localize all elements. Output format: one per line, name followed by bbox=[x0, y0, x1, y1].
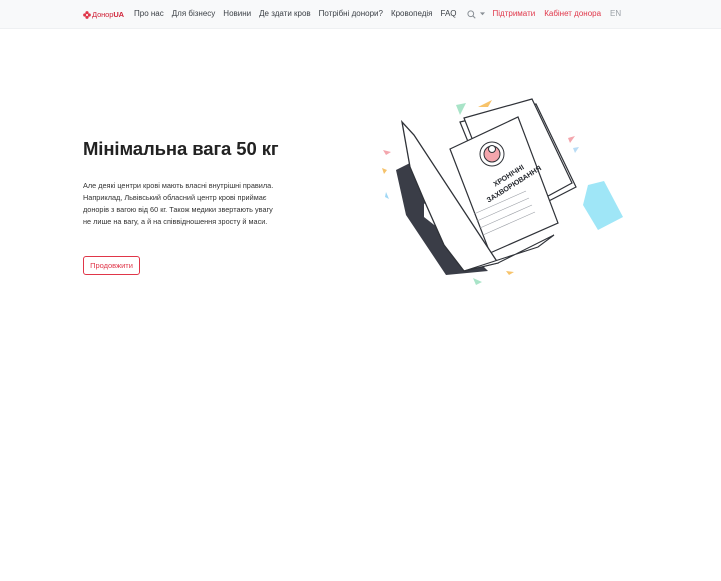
nav-where-to-donate[interactable]: Де здати кров bbox=[259, 9, 311, 19]
continue-button[interactable]: Продовжити bbox=[83, 256, 140, 275]
confetti-piece bbox=[568, 136, 575, 143]
nav-about[interactable]: Про нас bbox=[134, 9, 164, 19]
search-icon bbox=[466, 9, 476, 19]
confetti-piece bbox=[573, 147, 579, 153]
logo-mark-icon bbox=[83, 10, 91, 19]
page-title: Мінімальна вага 50 кг bbox=[83, 138, 279, 159]
confetti-piece bbox=[385, 192, 389, 199]
main-nav: Про нас Для бізнесу Новини Де здати кров… bbox=[134, 9, 621, 19]
info-text: Але деякі центри крові мають власні внут… bbox=[83, 181, 274, 226]
nav-news[interactable]: Новини bbox=[223, 9, 251, 19]
confetti-piece bbox=[473, 278, 482, 285]
top-navbar: ДонорUA Про нас Для бізнесу Новини Де зд… bbox=[0, 0, 721, 29]
confetti-piece bbox=[456, 103, 466, 115]
nav-business[interactable]: Для бізнесу bbox=[172, 9, 216, 19]
chevron-down-icon bbox=[479, 12, 485, 16]
nav-bloodpedia[interactable]: Кровопедія bbox=[391, 9, 433, 19]
confetti-piece bbox=[382, 168, 387, 174]
nav-donors-needed[interactable]: Потрібні донори? bbox=[319, 9, 383, 19]
donor-cabinet-link[interactable]: Кабінет донора bbox=[544, 9, 601, 19]
confetti-piece bbox=[506, 271, 514, 275]
nav-faq[interactable]: FAQ bbox=[441, 9, 457, 19]
support-link[interactable]: Підтримати bbox=[493, 9, 536, 19]
confetti-piece bbox=[383, 150, 391, 155]
folder-illustration: ХРОНІЧНІ ЗАХВОРЮВАННЯ bbox=[382, 98, 623, 285]
language-switch[interactable]: EN bbox=[610, 9, 621, 19]
logo[interactable]: ДонорUA bbox=[83, 9, 124, 20]
document-avatar bbox=[479, 141, 505, 167]
logo-text: ДонорUA bbox=[92, 10, 124, 19]
confetti-piece bbox=[478, 100, 492, 107]
cyan-shape bbox=[583, 181, 623, 230]
search-toggle[interactable] bbox=[466, 9, 485, 19]
